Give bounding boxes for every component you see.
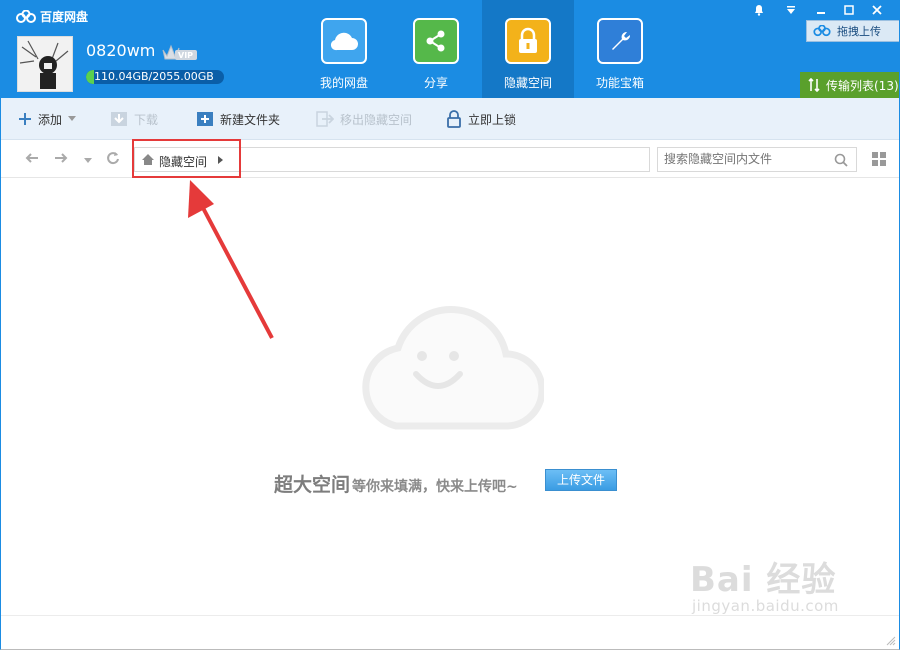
quota-bar: 110.04GB/2055.00GB [86,70,224,84]
tab-label: 隐藏空间 [503,76,552,90]
tab-label: 分享 [423,76,448,90]
lock-now-button[interactable]: 立即上锁 [446,108,516,130]
new-folder-icon [197,112,213,126]
new-folder-button[interactable]: 新建文件夹 [196,108,280,130]
maximize-icon[interactable] [836,0,862,20]
baidu-pan-logo-icon [813,25,831,37]
history-dropdown-icon[interactable] [80,151,96,167]
forward-arrow-icon[interactable] [53,151,69,167]
tab-share[interactable]: 分享 [390,0,482,98]
new-folder-label: 新建文件夹 [220,112,281,127]
annotation-arrow [188,180,274,339]
baidu-jingyan-watermark: Bai 经验 jingyan.baidu.com [690,552,839,615]
grid-view-icon[interactable] [872,152,887,167]
baidu-pan-logo-icon [16,9,36,23]
watermark-main: Bai 经验 [690,560,837,600]
share-icon [413,18,459,64]
upload-file-button[interactable]: 上传文件 [545,469,617,491]
tab-hidden-space[interactable]: 隐藏空间 [482,0,574,98]
empty-cloud-smiley-icon [362,306,544,430]
empty-message: 超大空间 等你来填满，快来上传吧~ [274,470,518,497]
move-out-label: 移出隐藏空间 [340,112,413,127]
drag-upload-label: 拖拽上传 [837,25,881,38]
annotation-highlight-box [132,139,241,178]
cloud-icon [321,18,367,64]
drag-upload-button[interactable]: 拖拽上传 [806,20,900,42]
notification-bell-icon[interactable] [746,0,772,20]
avatar[interactable] [17,36,73,92]
download-label: 下载 [134,112,159,127]
close-icon[interactable] [864,0,890,20]
vip-label: VIP [178,51,193,60]
lock-now-label: 立即上锁 [468,112,517,127]
add-button[interactable]: 添加 [18,108,77,130]
transfer-list-button[interactable]: 传输列表(13) [800,72,900,98]
search-icon[interactable] [834,153,848,167]
tab-my-disk[interactable]: 我的网盘 [298,0,390,98]
minimize-icon[interactable] [808,0,834,20]
transfer-list-label: 传输列表(13) [826,78,899,93]
menu-dropdown-icon[interactable] [778,0,804,20]
download-icon [111,112,127,126]
download-button[interactable]: 下载 [110,108,158,130]
transfer-arrows-icon [808,78,820,92]
avatar-image [18,37,72,91]
chevron-down-icon [68,116,77,121]
refresh-icon[interactable] [105,151,121,167]
back-arrow-icon[interactable] [24,151,40,167]
tab-label: 我的网盘 [319,76,368,90]
quota-text: 110.04GB/2055.00GB [94,70,214,83]
search-input[interactable] [664,152,824,166]
empty-small-text: 等你来填满，快来上传吧~ [352,479,518,495]
move-out-hidden-button[interactable]: 移出隐藏空间 [316,108,412,130]
lock-icon [505,18,551,64]
vip-crown-icon[interactable]: VIP [161,42,199,62]
tab-label: 功能宝箱 [595,76,644,90]
app-title-text: 百度网盘 [40,10,89,24]
app-title: 百度网盘 [16,8,88,25]
header: 百度网盘 0820wm VIP 110.04GB/2055.00GB 我的网盘 [0,0,900,98]
add-label: 添加 [38,112,63,127]
watermark-url: jingyan.baidu.com [692,597,839,615]
status-bar [0,615,900,650]
padlock-icon [447,110,461,128]
username: 0820wm [86,41,156,60]
move-out-icon [316,111,334,127]
tab-toolbox[interactable]: 功能宝箱 [574,0,666,98]
search-box[interactable] [657,147,857,172]
wrench-icon [597,18,643,64]
plus-icon [19,113,31,125]
empty-big-text: 超大空间 [274,474,351,496]
toolbar: 添加 下载 新建文件夹 移出隐藏空间 立即上锁 [0,98,900,140]
resize-grip-icon[interactable] [886,636,896,646]
